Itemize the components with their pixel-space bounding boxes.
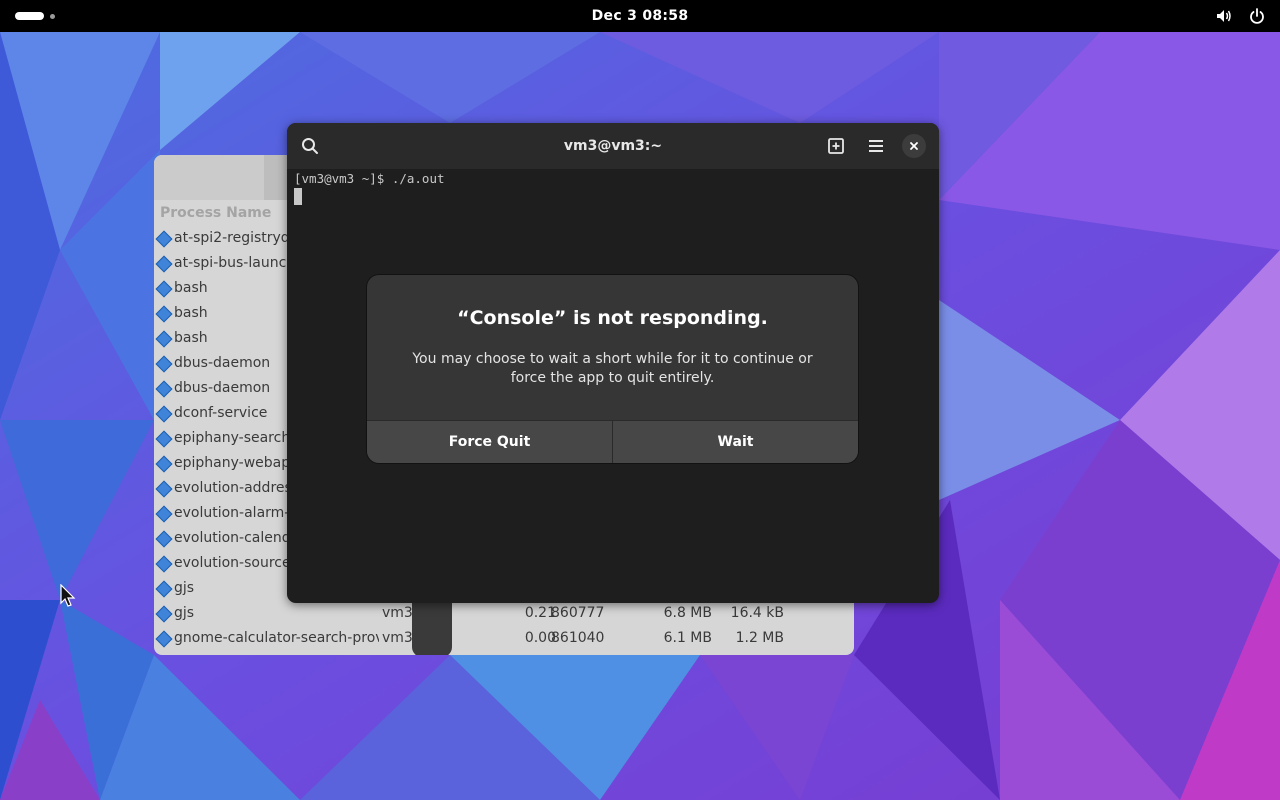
force-quit-button[interactable]: Force Quit <box>367 421 612 463</box>
top-bar: Dec 3 08:58 <box>0 0 1280 32</box>
process-icon <box>155 580 173 598</box>
process-row[interactable]: gjs vm3 0.21 860777 6.8 MB 16.4 kB <box>154 602 854 627</box>
close-button[interactable] <box>902 134 926 158</box>
system-tray[interactable] <box>1205 7 1266 26</box>
close-icon <box>910 142 918 150</box>
volume-icon <box>1216 10 1231 22</box>
process-icon <box>155 530 173 548</box>
terminal-prompt-line: [vm3@vm3 ~]$ ./a.out <box>294 171 445 186</box>
dialog-title: “Console” is not responding. <box>457 307 768 329</box>
process-memory: 6.1 MB <box>663 630 712 646</box>
process-icon <box>155 505 173 523</box>
process-icon <box>155 355 173 373</box>
process-icon <box>155 430 173 448</box>
process-icon <box>155 405 173 423</box>
power-icon <box>1250 8 1264 24</box>
mouse-pointer-icon <box>60 584 76 607</box>
process-icon <box>155 380 173 398</box>
process-icon <box>155 330 173 348</box>
process-icon <box>155 455 173 473</box>
process-disk: 1.2 MB <box>735 630 784 646</box>
process-row[interactable]: gnome-calculator-search-providervm30.008… <box>154 627 854 652</box>
clock[interactable]: Dec 3 08:58 <box>0 0 1280 32</box>
new-tab-icon[interactable] <box>824 134 848 158</box>
process-memory: 6.8 MB <box>663 605 712 621</box>
dialog-message: You may choose to wait a short while for… <box>412 351 813 386</box>
process-name: gnome-calculator-search-provider <box>174 630 379 646</box>
wait-button[interactable]: Wait <box>613 421 858 463</box>
process-icon <box>155 305 173 323</box>
process-id: 860777 <box>551 605 605 621</box>
terminal-headerbar: vm3@vm3:~ <box>287 123 939 169</box>
process-icon <box>155 480 173 498</box>
process-user: vm3 <box>382 630 413 646</box>
process-icon <box>155 255 173 273</box>
process-icon <box>155 630 173 648</box>
not-responding-dialog: “Console” is not responding. You may cho… <box>367 275 858 463</box>
terminal-cursor <box>294 188 302 205</box>
process-icon <box>155 230 173 248</box>
dialog-button-row: Force Quit Wait <box>367 420 858 463</box>
process-icon <box>155 605 173 623</box>
menu-icon[interactable] <box>864 134 888 158</box>
process-name: gjs <box>174 605 195 621</box>
process-icon <box>155 280 173 298</box>
process-user: vm3 <box>382 605 413 621</box>
process-disk: 16.4 kB <box>730 605 784 621</box>
process-icon <box>155 555 173 573</box>
column-header-process-name[interactable]: Process Name <box>160 205 271 221</box>
process-id: 861040 <box>551 630 605 646</box>
terminal-output[interactable]: [vm3@vm3 ~]$ ./a.out <box>294 171 445 205</box>
